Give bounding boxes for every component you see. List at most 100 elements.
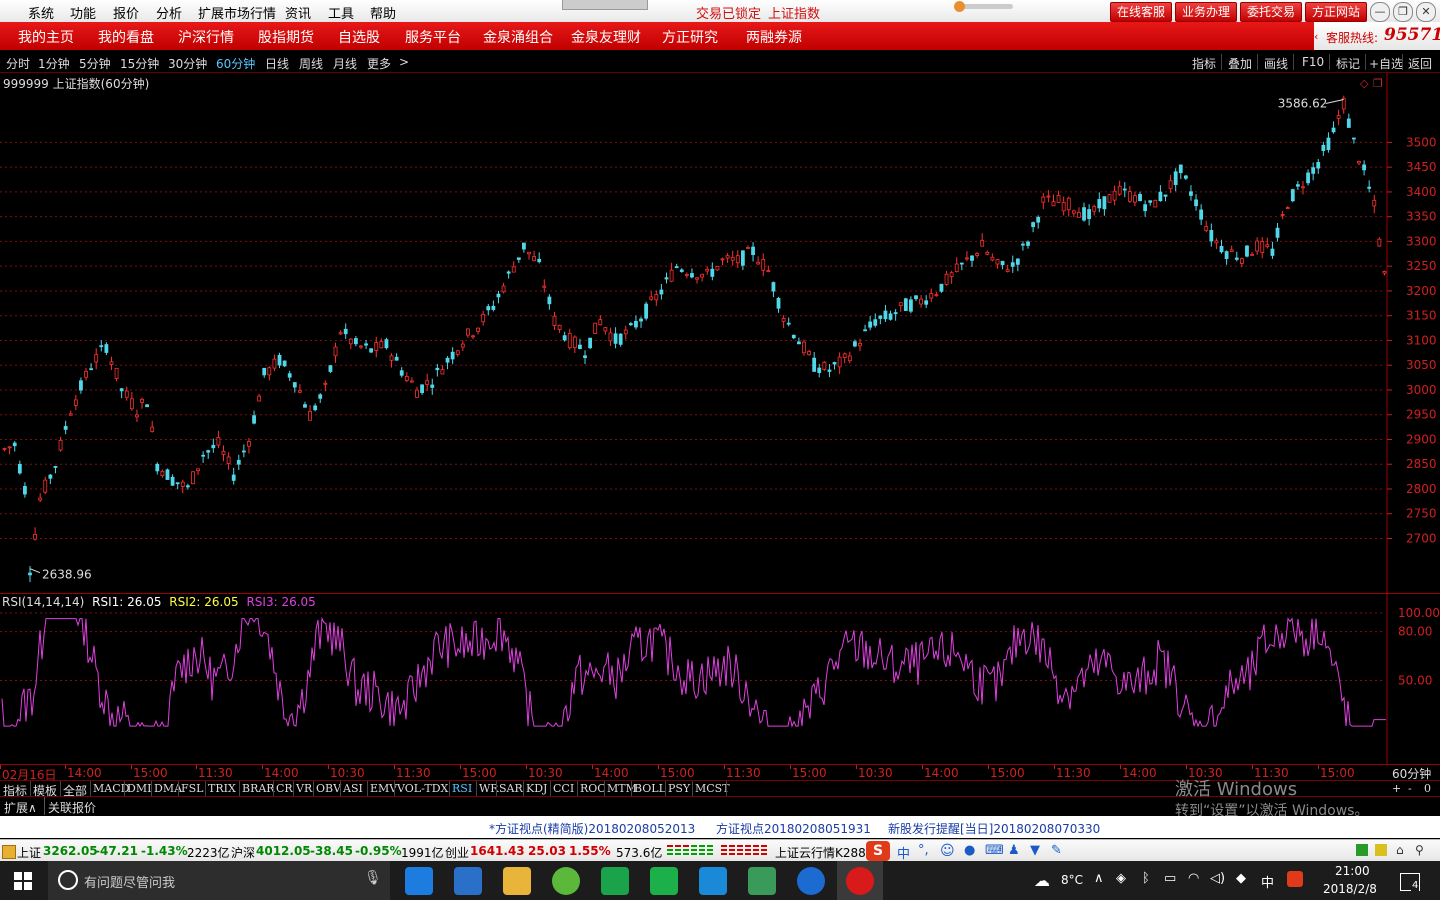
menu-news[interactable]: 资讯 [285,3,311,22]
indicator-tab-vr[interactable]: VR [296,782,312,795]
menu-help[interactable]: 帮助 [370,3,396,22]
edge-icon[interactable] [405,867,433,895]
emoji-icon[interactable]: ☺ [940,843,955,859]
ie-icon[interactable] [797,867,825,895]
wechat-icon[interactable] [601,867,629,895]
tool-draw[interactable]: 画线 [1264,55,1288,72]
nav-home[interactable]: 我的主页 [18,27,74,47]
browser-360-icon[interactable] [552,867,580,895]
indicator-zoom-1[interactable]: - [1408,782,1412,795]
indicator-tab-brar[interactable]: BRAR [242,782,275,795]
news-item[interactable]: *方证视点(精简版)20180208052013 [489,820,695,837]
news-item[interactable]: 方证视点20180208051931 [716,820,871,837]
period-1min[interactable]: 1分钟 [38,55,70,72]
indicator-tab-dmi[interactable]: DMI [127,782,151,795]
tool-overlay[interactable]: 叠加 [1228,55,1252,72]
media-player-icon[interactable] [699,867,727,895]
nav-research[interactable]: 方正研究 [662,27,718,47]
indicator-tab-mcst[interactable]: MCST [695,782,730,795]
microphone-icon[interactable]: ● [964,843,975,858]
file-explorer-icon[interactable] [503,867,531,895]
business-button[interactable]: 业务办理 [1175,2,1237,22]
microphone-icon[interactable]: 🎙 [364,870,382,886]
kline-chart[interactable]: 2700 2750 2800 2850 2900 2950 3000 3050 3100 3150… [0,73,1440,593]
cloud-quote[interactable]: 上证云行情K288 [775,844,866,861]
expand-button[interactable]: 扩展∧ [4,799,37,816]
indicator-tab-cci[interactable]: CCI [553,782,574,795]
indicator-zoom-0[interactable]: + [1392,782,1401,795]
scroll-handle[interactable] [562,0,648,10]
bluetooth-icon[interactable]: ᛒ [1142,871,1150,886]
indicator-tab-fsl[interactable]: FSL [181,782,203,795]
diamond-tray-icon[interactable]: ◆ [1236,871,1246,886]
tool-indicator[interactable]: 指标 [1192,55,1216,72]
menu-function[interactable]: 功能 [70,3,96,22]
iqiyi-icon[interactable] [650,867,678,895]
nav-my-board[interactable]: 我的看盘 [98,27,154,47]
indicator-tab-kdj[interactable]: KDJ [526,782,547,795]
indicator-tab-mtm[interactable]: MTM [607,782,637,795]
user-icon[interactable]: ♟ [1008,843,1020,858]
indicator-tab-trix[interactable]: TRIX [208,782,236,795]
menu-quote[interactable]: 报价 [113,3,139,22]
nav-service[interactable]: 服务平台 [405,27,461,47]
ime-mode[interactable]: 中 [897,843,910,862]
period-weekly[interactable]: 周线 [299,55,323,72]
related-quote-button[interactable]: 关联报价 [48,799,96,816]
period-monthly[interactable]: 月线 [333,55,357,72]
tool-mark[interactable]: 标记 [1336,55,1360,72]
indicator-tab-obv[interactable]: OBV [316,782,341,795]
indicator-tab-cr[interactable]: CR [276,782,293,795]
volume-slider[interactable] [954,1,1013,12]
shirt-icon[interactable]: ▼ [1030,843,1040,858]
network-icon[interactable]: ⚲ [1415,843,1424,857]
indicator-zoom-2[interactable]: 0 [1424,782,1431,795]
window-icon[interactable]: ❐ [1373,77,1383,90]
tool-add-watchlist[interactable]: +自选 [1369,55,1403,72]
tool-f10[interactable]: F10 [1302,55,1324,69]
status-yellow-icon[interactable] [1375,844,1387,856]
punctuation-icon[interactable]: °, [918,843,929,858]
nav-margin[interactable]: 两融券源 [746,27,802,47]
sogou-ime-icon[interactable]: S [866,841,890,861]
shield-icon[interactable]: ◈ [1116,871,1126,886]
diamond-icon[interactable]: ◇ [1360,77,1369,90]
chevron-up-icon[interactable]: ∧ [1094,871,1104,886]
status-green-icon[interactable] [1356,844,1368,856]
indicator-tab-sar[interactable]: SAR [499,782,523,795]
windows-start-icon[interactable] [14,872,32,890]
clock-date[interactable]: 2018/2/8 [1323,882,1377,896]
menu-analysis[interactable]: 分析 [156,3,182,22]
battery-icon[interactable]: ▭ [1164,871,1176,886]
indicator-tab-asi[interactable]: ASI [343,782,363,795]
folder-icon[interactable] [2,845,16,859]
store-icon[interactable] [454,867,482,895]
indicator-tab-roc[interactable]: ROC [580,782,606,795]
indicator-tab-psy[interactable]: PSY [668,782,690,795]
tool-back[interactable]: 返回 [1408,55,1432,72]
input-method-indicator[interactable]: 中 [1261,872,1274,891]
period-more[interactable]: 更多 [367,55,391,72]
nav-futures[interactable]: 股指期货 [258,27,314,47]
volume-icon[interactable]: ◁) [1210,871,1225,886]
sogou-tray-icon[interactable] [1287,871,1303,887]
period-5min[interactable]: 5分钟 [79,55,111,72]
trade-button[interactable]: 委托交易 [1240,2,1302,22]
lock-icon[interactable]: ⌂ [1396,843,1404,857]
online-service-button[interactable]: 在线客服 [1110,2,1172,22]
nav-finance[interactable]: 金泉友理财 [571,27,641,47]
nav-portfolio[interactable]: 金泉涌组合 [483,27,553,47]
wrench-icon[interactable]: ✎ [1051,843,1062,858]
chevron-right-icon[interactable]: > [399,55,409,69]
period-60min[interactable]: 60分钟 [216,55,255,72]
keyboard-icon[interactable]: ⌨ [985,843,1004,858]
weather-icon[interactable]: ☁ [1034,871,1050,890]
period-15min[interactable]: 15分钟 [120,55,159,72]
restore-icon[interactable]: ❐ [1393,2,1413,22]
news-item[interactable]: 新股发行提醒[当日]20180208070330 [888,820,1100,837]
menu-system[interactable]: 系统 [28,3,54,22]
app-icon[interactable] [748,867,776,895]
nav-watchlist[interactable]: 自选股 [338,27,380,47]
indicator-tab-boll[interactable]: BOLL [634,782,666,795]
period-intraday[interactable]: 分时 [6,55,30,72]
